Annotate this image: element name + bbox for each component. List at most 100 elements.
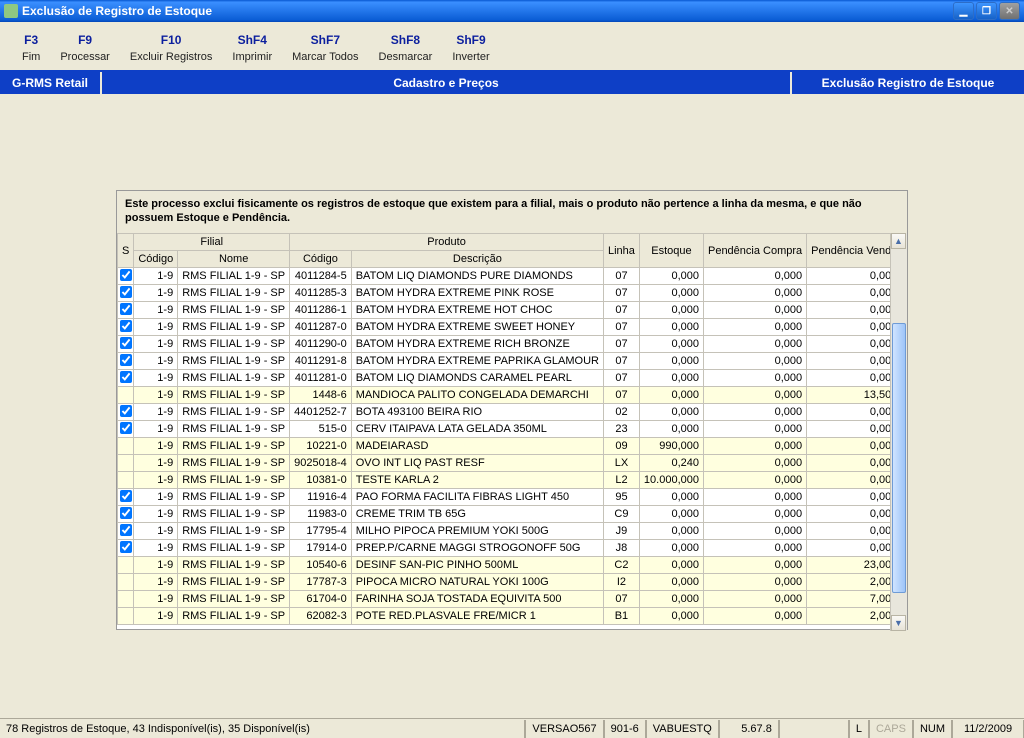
row-checkbox[interactable] [120, 354, 132, 366]
col-pend-compra[interactable]: Pendência Compra [703, 234, 806, 268]
table-row[interactable]: 1-9RMS FILIAL 1-9 - SP17787-3PIPOCA MICR… [118, 574, 891, 591]
row-checkbox-cell[interactable] [118, 574, 134, 591]
table-row[interactable]: 1-9RMS FILIAL 1-9 - SP4011291-8BATOM HYD… [118, 353, 891, 370]
row-checkbox[interactable] [120, 541, 132, 553]
col-filial-nome[interactable]: Nome [178, 251, 290, 268]
row-checkbox[interactable] [120, 286, 132, 298]
row-checkbox-cell[interactable] [118, 421, 134, 438]
row-checkbox[interactable] [120, 490, 132, 502]
cell-filial-codigo: 1-9 [134, 268, 178, 285]
table-row[interactable]: 1-9RMS FILIAL 1-9 - SP11916-4PAO FORMA F… [118, 489, 891, 506]
row-checkbox[interactable] [120, 524, 132, 536]
col-filial-codigo[interactable]: Código [134, 251, 178, 268]
row-checkbox[interactable] [120, 507, 132, 519]
table-row[interactable]: 1-9RMS FILIAL 1-9 - SP9025018-4OVO INT L… [118, 455, 891, 472]
table-row[interactable]: 1-9RMS FILIAL 1-9 - SP61704-0FARINHA SOJ… [118, 591, 891, 608]
row-checkbox[interactable] [120, 269, 132, 281]
cell-linha: 07 [604, 336, 640, 353]
table-row[interactable]: 1-9RMS FILIAL 1-9 - SP4011287-0BATOM HYD… [118, 319, 891, 336]
row-checkbox[interactable] [120, 422, 132, 434]
row-checkbox-cell[interactable] [118, 370, 134, 387]
cell-filial-nome: RMS FILIAL 1-9 - SP [178, 404, 290, 421]
close-button[interactable]: ✕ [999, 2, 1020, 20]
table-row[interactable]: 1-9RMS FILIAL 1-9 - SP1448-6MANDIOCA PAL… [118, 387, 891, 404]
status-version: VERSAO567 [525, 720, 603, 738]
row-checkbox[interactable] [120, 303, 132, 315]
row-checkbox-cell[interactable] [118, 506, 134, 523]
maximize-button[interactable]: ❐ [976, 2, 997, 20]
row-checkbox-cell[interactable] [118, 387, 134, 404]
row-checkbox-cell[interactable] [118, 302, 134, 319]
cell-produto-codigo: 62082-3 [290, 608, 352, 625]
table-row[interactable]: 1-9RMS FILIAL 1-9 - SP4011281-0BATOM LIQ… [118, 370, 891, 387]
row-checkbox-cell[interactable] [118, 489, 134, 506]
cell-linha: 07 [604, 302, 640, 319]
cell-estoque: 0,000 [639, 302, 703, 319]
toolbar-excluir-registros[interactable]: F10Excluir Registros [120, 28, 223, 68]
cell-filial-nome: RMS FILIAL 1-9 - SP [178, 591, 290, 608]
col-pend-venda[interactable]: Pendência Venda [807, 234, 890, 268]
scroll-down-button[interactable]: ▼ [891, 615, 906, 631]
table-row[interactable]: 1-9RMS FILIAL 1-9 - SP515-0CERV ITAIPAVA… [118, 421, 891, 438]
row-checkbox-cell[interactable] [118, 472, 134, 489]
col-s[interactable]: S [118, 234, 134, 268]
table-row[interactable]: 1-9RMS FILIAL 1-9 - SP17795-4MILHO PIPOC… [118, 523, 891, 540]
row-checkbox-cell[interactable] [118, 319, 134, 336]
cell-filial-codigo: 1-9 [134, 336, 178, 353]
table-row[interactable]: 1-9RMS FILIAL 1-9 - SP4011284-5BATOM LIQ… [118, 268, 891, 285]
cell-pend-compra: 0,000 [703, 489, 806, 506]
scroll-thumb[interactable] [892, 323, 906, 593]
table-row[interactable]: 1-9RMS FILIAL 1-9 - SP4401252-7BOTA 4931… [118, 404, 891, 421]
cell-estoque: 990,000 [639, 438, 703, 455]
vertical-scrollbar[interactable]: ▲ ▼ [890, 233, 907, 631]
cell-produto-descricao: MILHO PIPOCA PREMIUM YOKI 500G [351, 523, 603, 540]
cell-estoque: 0,000 [639, 387, 703, 404]
col-produto[interactable]: Produto [290, 234, 604, 251]
toolbar-desmarcar[interactable]: ShF8Desmarcar [369, 28, 443, 68]
row-checkbox-cell[interactable] [118, 608, 134, 625]
row-checkbox-cell[interactable] [118, 404, 134, 421]
toolbar-imprimir[interactable]: ShF4Imprimir [222, 28, 282, 68]
row-checkbox-cell[interactable] [118, 455, 134, 472]
table-row[interactable]: 1-9RMS FILIAL 1-9 - SP4011286-1BATOM HYD… [118, 302, 891, 319]
cell-linha: C9 [604, 506, 640, 523]
row-checkbox-cell[interactable] [118, 523, 134, 540]
row-checkbox-cell[interactable] [118, 591, 134, 608]
col-estoque[interactable]: Estoque [639, 234, 703, 268]
minimize-button[interactable]: ▁ [953, 2, 974, 20]
data-grid[interactable]: S Filial Produto Linha Estoque Pendência… [117, 233, 890, 631]
row-checkbox-cell[interactable] [118, 268, 134, 285]
table-row[interactable]: 1-9RMS FILIAL 1-9 - SP4011290-0BATOM HYD… [118, 336, 891, 353]
table-row[interactable]: 1-9RMS FILIAL 1-9 - SP62082-3POTE RED.PL… [118, 608, 891, 625]
table-row[interactable]: 1-9RMS FILIAL 1-9 - SP11983-0CREME TRIM … [118, 506, 891, 523]
row-checkbox[interactable] [120, 320, 132, 332]
cell-produto-descricao: BATOM HYDRA EXTREME SWEET HONEY [351, 319, 603, 336]
row-checkbox[interactable] [120, 337, 132, 349]
table-row[interactable]: 1-9RMS FILIAL 1-9 - SP10381-0TESTE KARLA… [118, 472, 891, 489]
cell-pend-venda: 0,000 [807, 285, 890, 302]
table-row[interactable]: 1-9RMS FILIAL 1-9 - SP10540-6DESINF SAN-… [118, 557, 891, 574]
row-checkbox-cell[interactable] [118, 353, 134, 370]
table-row[interactable]: 1-9RMS FILIAL 1-9 - SP4011285-3BATOM HYD… [118, 285, 891, 302]
toolbar-fim[interactable]: F3Fim [12, 28, 50, 68]
toolbar-processar[interactable]: F9Processar [50, 28, 120, 68]
table-row[interactable]: 1-9RMS FILIAL 1-9 - SP10221-0MADEIARASD0… [118, 438, 891, 455]
table-row[interactable]: 1-9RMS FILIAL 1-9 - SP17914-0PREP.P/CARN… [118, 540, 891, 557]
cell-filial-nome: RMS FILIAL 1-9 - SP [178, 574, 290, 591]
row-checkbox-cell[interactable] [118, 336, 134, 353]
row-checkbox-cell[interactable] [118, 540, 134, 557]
row-checkbox-cell[interactable] [118, 285, 134, 302]
cell-filial-codigo: 1-9 [134, 285, 178, 302]
toolbar-inverter[interactable]: ShF9Inverter [442, 28, 499, 68]
scroll-up-button[interactable]: ▲ [891, 233, 906, 249]
col-produto-descricao[interactable]: Descrição [351, 251, 603, 268]
col-filial[interactable]: Filial [134, 234, 290, 251]
status-summary: 78 Registros de Estoque, 43 Indisponível… [0, 720, 525, 738]
row-checkbox-cell[interactable] [118, 557, 134, 574]
col-produto-codigo[interactable]: Código [290, 251, 352, 268]
row-checkbox-cell[interactable] [118, 438, 134, 455]
row-checkbox[interactable] [120, 405, 132, 417]
col-linha[interactable]: Linha [604, 234, 640, 268]
row-checkbox[interactable] [120, 371, 132, 383]
toolbar-marcar-todos[interactable]: ShF7Marcar Todos [282, 28, 368, 68]
